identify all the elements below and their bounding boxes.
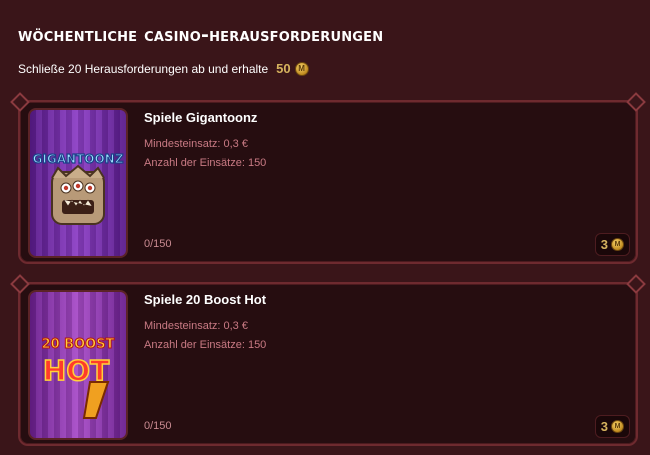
game-thumbnail-20-boost-hot[interactable]: 20 BOOST HOT [28,290,128,440]
gigantoonz-logo-text: GIGANTOONZ [33,152,124,166]
min-bet-text: Mindesteinsatz: 0,3 € [144,138,248,150]
min-bet-text: Mindesteinsatz: 0,3 € [144,320,248,332]
progress-text: 0/150 [144,238,172,250]
bet-count-text: Anzahl der Einsätze: 150 [144,339,267,351]
subtitle-row: Schließe 20 Herausforderungen ab und erh… [18,61,309,76]
challenge-card-gigantoonz[interactable]: GIGANTOONZ Spiele Gigantoonz Mindesteins… [18,100,638,264]
game-thumbnail-gigantoonz[interactable]: GIGANTOONZ [28,108,128,258]
boost-hot-logo-text-2: HOT [43,354,109,387]
total-reward-value: 50 [276,61,291,76]
subtitle-text: Schließe 20 Herausforderungen ab und erh… [18,61,269,76]
challenge-title: Spiele Gigantoonz [144,110,258,125]
reward-value: 3 [600,419,608,434]
coin-icon: M [611,420,624,433]
challenge-title: Spiele 20 Boost Hot [144,292,267,307]
reward-badge: 3 M [594,233,630,256]
total-reward: 50 M [276,61,309,76]
reward-badge: 3 M [594,415,630,438]
coin-icon: M [611,238,624,251]
progress-text: 0/150 [144,420,172,432]
reward-value: 3 [600,237,608,252]
bet-count-text: Anzahl der Einsätze: 150 [144,157,267,169]
boost-hot-logo-text-1: 20 BOOST [42,337,115,352]
coin-icon: M [294,61,309,76]
challenge-card-20-boost-hot[interactable]: 20 BOOST HOT Spiele 20 Boost Hot Mindest… [18,282,638,446]
page-title: Wöchentliche Casino-Herausforderungen [18,24,384,46]
